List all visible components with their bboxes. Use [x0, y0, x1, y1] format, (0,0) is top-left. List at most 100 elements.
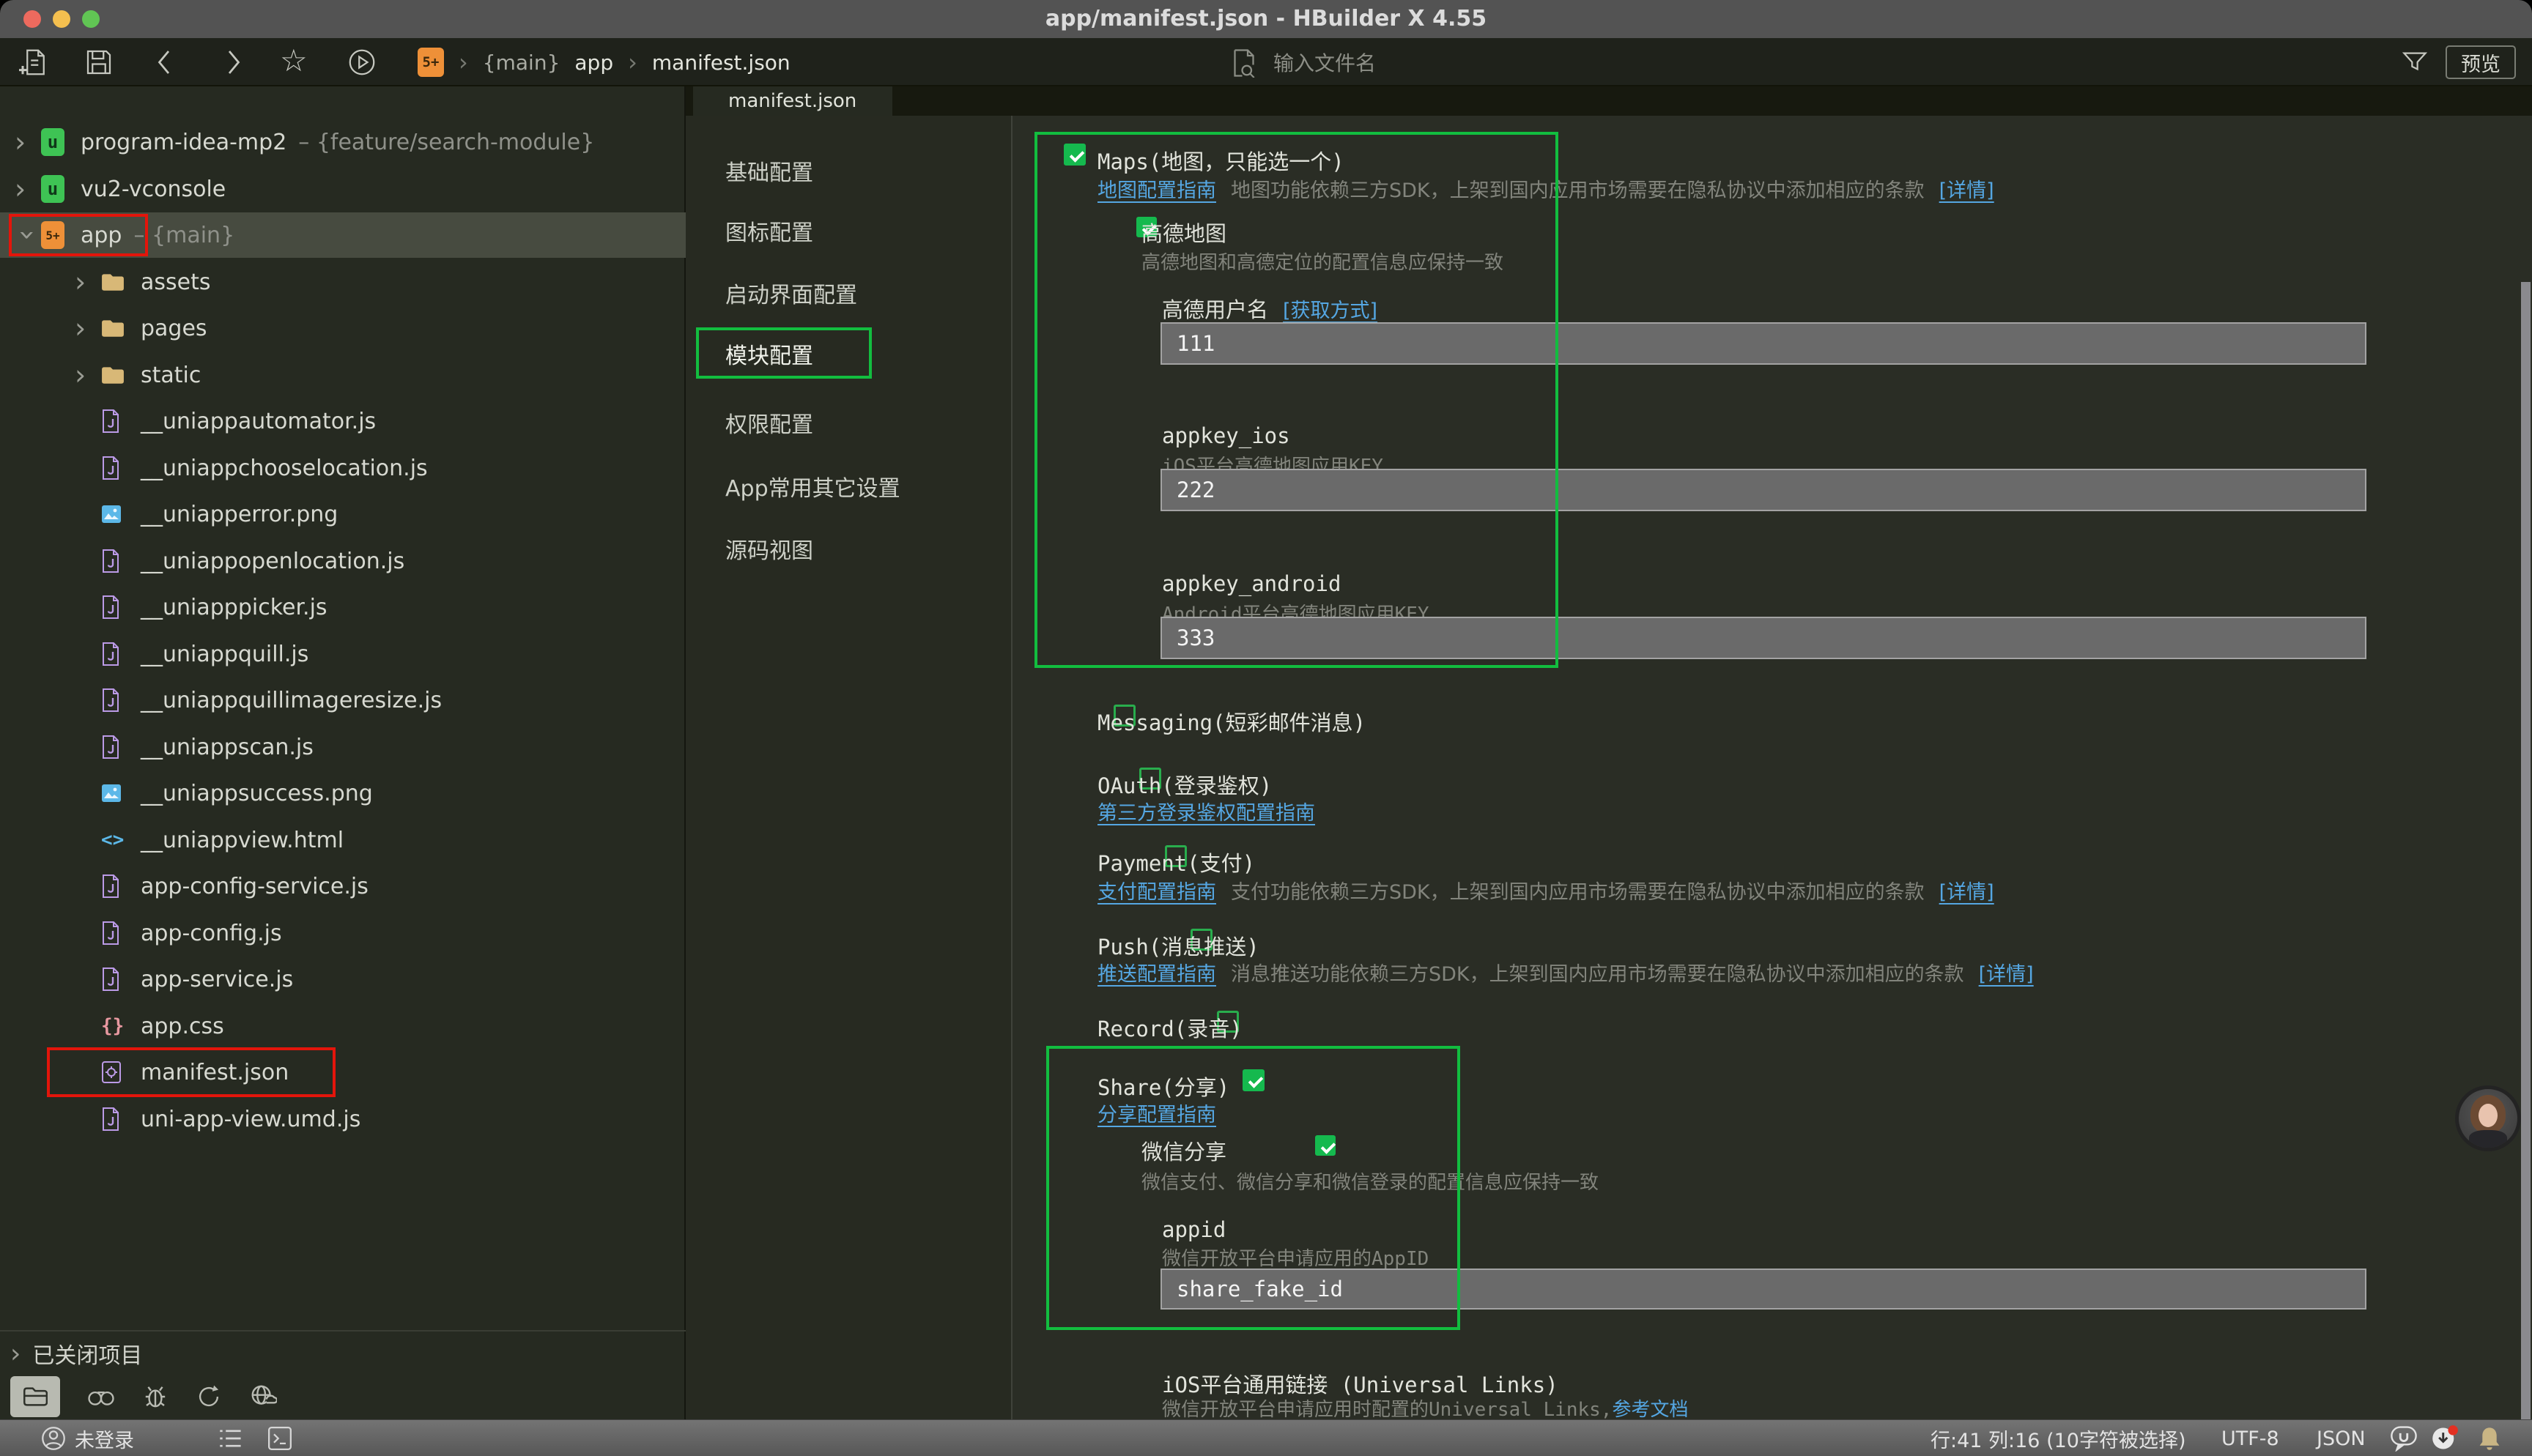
maps-guide-desc: 地图功能依赖三方SDK，上架到国内应用市场需要在隐私协议中添加相应的条款 — [1231, 174, 1925, 203]
tree-item-branch: – {feature/search-module} — [298, 130, 594, 155]
messaging-label: Messaging(短彩邮件消息) — [1097, 706, 1366, 737]
notification-bell-icon[interactable] — [2478, 1420, 2501, 1456]
breadcrumb-branch[interactable]: {main} — [483, 51, 560, 75]
menu-item-5[interactable]: App常用其它设置 — [725, 470, 989, 502]
menu-item-4[interactable]: 权限配置 — [725, 406, 989, 439]
js-file-icon — [101, 967, 120, 991]
breadcrumb-project[interactable]: app — [574, 51, 613, 75]
chevron-right-icon[interactable]: › — [15, 175, 41, 203]
maps-guide-link[interactable]: 地图配置指南 — [1097, 174, 1216, 203]
language-mode[interactable]: JSON — [2317, 1420, 2366, 1456]
preview-button[interactable]: 预览 — [2446, 45, 2516, 79]
wechat-share-checkbox[interactable] — [1315, 1135, 1336, 1156]
window-title: app/manifest.json - HBuilder X 4.55 — [0, 0, 2532, 38]
user-account-icon[interactable] — [41, 1420, 66, 1456]
outline-list-icon[interactable] — [218, 1420, 243, 1456]
tree-item-app[interactable]: ›5+app– {main} — [0, 212, 686, 258]
manifest-file-icon — [101, 1061, 122, 1084]
share-checkbox[interactable] — [1243, 1069, 1265, 1091]
menu-item-1[interactable]: 图标配置 — [725, 215, 989, 247]
image-file-icon — [101, 784, 122, 803]
push-guide-row: 推送配置指南 消息推送功能依赖三方SDK，上架到国内应用市场需要在隐私协议中添加… — [1097, 958, 2034, 987]
amap-user-input[interactable] — [1160, 322, 2366, 365]
tree-item-static[interactable]: ›static — [0, 352, 686, 398]
tree-item--uniappscan-js[interactable]: __uniappscan.js — [0, 724, 686, 770]
user-avatar[interactable] — [2455, 1085, 2521, 1151]
divider — [0, 1330, 686, 1331]
file-search — [1231, 47, 1830, 79]
payment-guide-link[interactable]: 支付配置指南 — [1097, 876, 1216, 905]
tree-item--uniappsuccess-png[interactable]: __uniappsuccess.png — [0, 770, 686, 816]
universal-links-doc-link[interactable]: 参考文档 — [1612, 1394, 1688, 1422]
tree-item-manifest-json[interactable]: manifest.json — [0, 1050, 686, 1095]
files-view-tab[interactable] — [10, 1376, 60, 1417]
tree-item-uni-app-view-umd-js[interactable]: uni-app-view.umd.js — [0, 1096, 686, 1142]
menu-item-0[interactable]: 基础配置 — [725, 155, 989, 187]
menu-item-3[interactable]: 模块配置 — [725, 338, 989, 370]
feedback-bubble-icon[interactable] — [2390, 1420, 2418, 1456]
chevron-right-icon[interactable]: › — [15, 128, 41, 156]
forward-icon[interactable] — [218, 48, 248, 77]
tree-item-app-service-js[interactable]: app-service.js — [0, 957, 686, 1002]
content-scrollbar[interactable] — [2521, 282, 2531, 1419]
search-view-tab[interactable] — [86, 1384, 116, 1409]
login-status[interactable]: 未登录 — [75, 1420, 134, 1456]
chevron-right-icon[interactable]: › — [75, 314, 101, 342]
chevron-down-icon[interactable]: › — [14, 222, 42, 248]
tree-item--uniappview-html[interactable]: <>__uniappview.html — [0, 817, 686, 863]
tree-item-label: app-config-service.js — [141, 874, 369, 899]
menu-item-6[interactable]: 源码视图 — [725, 532, 989, 565]
maps-detail-link[interactable]: [详情] — [1939, 174, 1994, 203]
tree-item--uniappquill-js[interactable]: __uniappquill.js — [0, 631, 686, 677]
oauth-guide-link[interactable]: 第三方登录鉴权配置指南 — [1097, 797, 1315, 825]
tree-item--uniappquillimageresize-js[interactable]: __uniappquillimageresize.js — [0, 677, 686, 723]
tree-item-app-css[interactable]: {}app.css — [0, 1003, 686, 1049]
push-detail-link[interactable]: [详情] — [1979, 958, 2034, 987]
terminal-icon[interactable] — [268, 1420, 292, 1456]
cursor-position[interactable]: 行:41 列:16 (10字符被选择) — [1931, 1420, 2186, 1456]
tree-item--uniapppicker-js[interactable]: __uniapppicker.js — [0, 584, 686, 630]
amap-user-label: 高德用户名 — [1162, 293, 1268, 324]
breadcrumb-file[interactable]: manifest.json — [652, 51, 791, 75]
closed-projects-section[interactable]: › 已关闭项目 — [10, 1337, 142, 1370]
tree-item-program-idea-mp2[interactable]: ›uprogram-idea-mp2– {feature/search-modu… — [0, 119, 686, 165]
payment-detail-link[interactable]: [详情] — [1939, 876, 1994, 905]
update-download-icon[interactable] — [2431, 1420, 2459, 1456]
folder-icon — [101, 272, 125, 292]
chevron-right-icon[interactable]: › — [75, 268, 101, 296]
tree-item--uniappchooselocation-js[interactable]: __uniappchooselocation.js — [0, 445, 686, 491]
tree-item--uniappautomator-js[interactable]: __uniappautomator.js — [0, 398, 686, 444]
tree-item-assets[interactable]: ›assets — [0, 259, 686, 305]
filter-icon[interactable] — [2402, 51, 2427, 75]
file-search-input[interactable] — [1273, 51, 1830, 75]
sync-icon[interactable] — [195, 1383, 223, 1410]
tab-manifest-json[interactable]: manifest.json — [693, 86, 892, 116]
chevron-right-icon: › — [10, 1339, 21, 1369]
tree-item-app-config-service-js[interactable]: app-config-service.js — [0, 863, 686, 909]
tree-item-vu2-vconsole[interactable]: ›uvu2-vconsole — [0, 166, 686, 212]
favorite-star-icon[interactable]: ☆ — [280, 42, 308, 78]
appkey-android-input[interactable] — [1160, 617, 2366, 659]
debug-bug-icon[interactable] — [142, 1383, 169, 1410]
chevron-right-icon[interactable]: › — [75, 361, 101, 389]
amap-user-howto-link[interactable]: [获取方式] — [1283, 294, 1377, 323]
tree-item-app-config-js[interactable]: app-config.js — [0, 910, 686, 956]
save-icon[interactable] — [84, 48, 114, 77]
back-icon[interactable] — [150, 48, 179, 77]
push-guide-desc: 消息推送功能依赖三方SDK，上架到国内应用市场需要在隐私协议中添加相应的条款 — [1231, 958, 1964, 987]
run-icon[interactable] — [347, 48, 377, 77]
new-file-icon[interactable] — [19, 48, 48, 77]
encoding-indicator[interactable]: UTF-8 — [2221, 1420, 2279, 1456]
maps-checkbox[interactable] — [1064, 144, 1086, 166]
tree-item--uniapperror-png[interactable]: __uniapperror.png — [0, 491, 686, 537]
share-guide-link[interactable]: 分享配置指南 — [1097, 1099, 1216, 1127]
remote-globe-icon[interactable] — [249, 1383, 277, 1410]
js-file-icon — [101, 642, 120, 666]
tree-item--uniappopenlocation-js[interactable]: __uniappopenlocation.js — [0, 538, 686, 584]
menu-item-2[interactable]: 启动界面配置 — [725, 277, 989, 309]
appkey-ios-input[interactable] — [1160, 469, 2366, 511]
amap-desc: 高德地图和高德定位的配置信息应保持一致 — [1141, 248, 1503, 275]
tree-item-pages[interactable]: ›pages — [0, 305, 686, 351]
share-appid-input[interactable] — [1160, 1269, 2366, 1310]
push-guide-link[interactable]: 推送配置指南 — [1097, 958, 1216, 987]
